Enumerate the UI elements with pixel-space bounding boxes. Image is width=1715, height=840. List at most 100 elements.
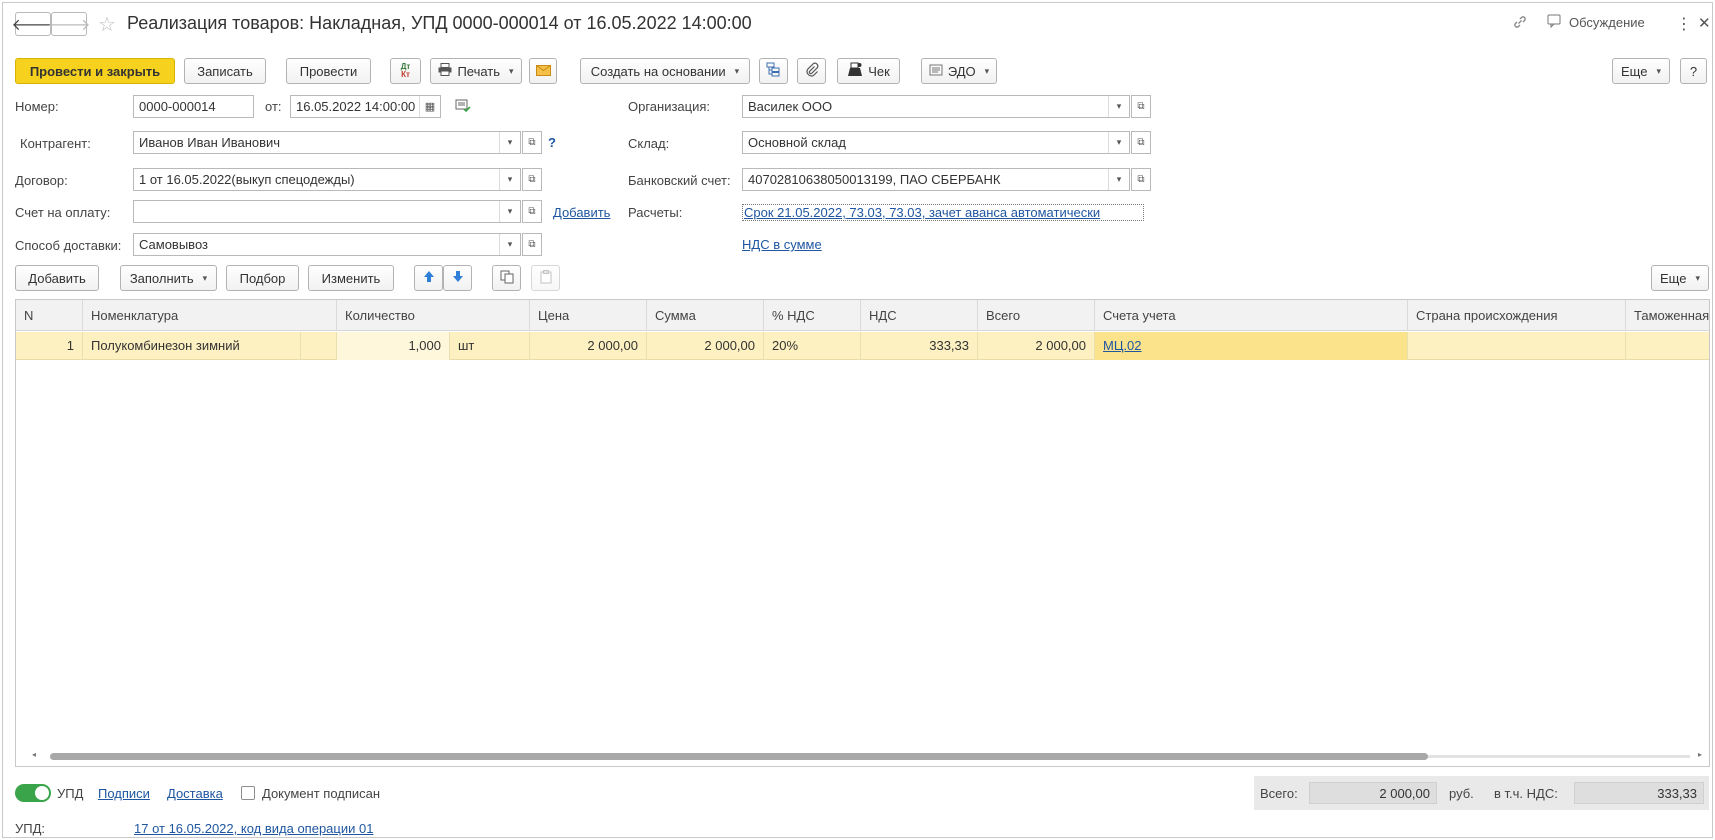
move-down-button[interactable] xyxy=(443,265,472,291)
cell-n[interactable]: 1 xyxy=(16,332,83,360)
organization-value: Василек ООО xyxy=(748,99,833,114)
col-n[interactable]: N xyxy=(16,300,83,331)
cell-country[interactable] xyxy=(1408,332,1626,360)
invoice-select[interactable]: ▾ xyxy=(133,200,521,223)
table-row[interactable]: 1 Полукомбинезон зимний 1,000 шт 2 000,0… xyxy=(16,332,1709,360)
col-country[interactable]: Страна происхождения xyxy=(1408,300,1626,331)
attach-button[interactable] xyxy=(797,58,826,84)
signatures-link[interactable]: Подписи xyxy=(98,786,150,801)
cell-customs[interactable] xyxy=(1626,332,1709,360)
settlements-link[interactable]: Срок 21.05.2022, 73.03, 73.03, зачет ава… xyxy=(742,204,1144,221)
date-input[interactable]: 16.05.2022 14:00:00 ▦ xyxy=(290,95,441,118)
open-counterparty-icon[interactable]: ⧉ xyxy=(522,131,542,154)
paste-button[interactable] xyxy=(531,265,560,291)
calendar-icon[interactable]: ▦ xyxy=(419,96,440,117)
post-button[interactable]: Провести xyxy=(286,58,371,84)
open-warehouse-icon[interactable]: ⧉ xyxy=(1131,131,1151,154)
open-delivery-icon[interactable]: ⧉ xyxy=(522,233,542,256)
change-button[interactable]: Изменить xyxy=(308,265,394,291)
more-button[interactable]: Еще xyxy=(1612,58,1670,84)
move-up-button[interactable] xyxy=(414,265,443,291)
col-sum[interactable]: Сумма xyxy=(647,300,764,331)
delivery-link[interactable]: Доставка xyxy=(167,786,223,801)
delivery-value: Самовывоз xyxy=(139,237,208,252)
fill-button[interactable]: Заполнить xyxy=(120,265,217,291)
chevron-down-icon[interactable]: ▾ xyxy=(1108,96,1129,117)
forward-button[interactable]: 🡒 xyxy=(48,12,90,36)
account-link[interactable]: МЦ.02 xyxy=(1103,338,1142,353)
favorite-star-icon[interactable]: ☆ xyxy=(98,12,116,37)
chevron-down-icon[interactable]: ▾ xyxy=(499,234,520,255)
document-signed-checkbox[interactable] xyxy=(241,786,255,800)
email-button[interactable] xyxy=(529,58,557,84)
scroll-left-icon[interactable]: ◂ xyxy=(32,750,36,759)
create-based-on-button[interactable]: Создать на основании xyxy=(580,58,750,84)
chevron-down-icon[interactable]: ▾ xyxy=(1108,132,1129,153)
cell-total[interactable]: 2 000,00 xyxy=(978,332,1095,360)
cell-qty[interactable]: 1,000 xyxy=(337,332,450,360)
print-button[interactable]: Печать xyxy=(430,58,522,84)
more-vertical-icon[interactable]: ⋮ xyxy=(1676,14,1692,34)
save-button[interactable]: Записать xyxy=(184,58,266,84)
col-accounts[interactable]: Счета учета xyxy=(1095,300,1408,331)
cell-sum[interactable]: 2 000,00 xyxy=(647,332,764,360)
col-vat-rate[interactable]: % НДС xyxy=(764,300,861,331)
scroll-thumb[interactable] xyxy=(50,753,1428,760)
help-question-icon[interactable]: ? xyxy=(548,135,556,150)
chevron-down-icon[interactable]: ▾ xyxy=(499,169,520,190)
edo-button[interactable]: ЭДО xyxy=(921,58,997,84)
open-organization-icon[interactable]: ⧉ xyxy=(1131,95,1151,118)
col-vat[interactable]: НДС xyxy=(861,300,978,331)
cell-item-extra[interactable] xyxy=(301,332,337,360)
discussion-button[interactable]: Обсуждение xyxy=(1547,14,1645,31)
pick-button[interactable]: Подбор xyxy=(226,265,299,291)
cell-unit[interactable]: шт xyxy=(450,332,530,360)
horizontal-scrollbar[interactable]: ◂ ▸ xyxy=(32,750,1704,760)
vat-in-sum-link[interactable]: НДС в сумме xyxy=(742,237,822,252)
add-row-button[interactable]: Добавить xyxy=(15,265,99,291)
help-button[interactable]: ? xyxy=(1680,58,1707,84)
chevron-down-icon[interactable]: ▾ xyxy=(1108,169,1129,190)
add-invoice-link[interactable]: Добавить xyxy=(553,205,610,220)
close-icon[interactable]: ✕ xyxy=(1698,14,1711,32)
receipt-button[interactable]: Чек xyxy=(837,58,900,84)
cell-accounts[interactable]: МЦ.02 xyxy=(1095,332,1408,360)
chevron-down-icon[interactable]: ▾ xyxy=(499,132,520,153)
cell-vat[interactable]: 333,33 xyxy=(861,332,978,360)
back-button[interactable]: 🡐 xyxy=(12,12,54,36)
col-price[interactable]: Цена xyxy=(530,300,647,331)
goods-table: N Номенклатура Количество Цена Сумма % Н… xyxy=(15,299,1710,767)
currency-label: руб. xyxy=(1449,786,1474,801)
upd-toggle[interactable] xyxy=(15,784,51,802)
link-icon[interactable] xyxy=(1512,14,1528,30)
open-invoice-icon[interactable]: ⧉ xyxy=(522,200,542,223)
totals-panel: Всего: 2 000,00 руб. в т.ч. НДС: 333,33 xyxy=(1254,776,1709,810)
col-qty[interactable]: Количество xyxy=(337,300,530,331)
history-icon[interactable] xyxy=(455,99,471,116)
open-bank-account-icon[interactable]: ⧉ xyxy=(1131,168,1151,191)
scroll-right-icon[interactable]: ▸ xyxy=(1698,750,1702,759)
dt-kt-button[interactable]: Дт Кт xyxy=(390,58,421,84)
col-item[interactable]: Номенклатура xyxy=(83,300,337,331)
cell-vat-rate[interactable]: 20% xyxy=(764,332,861,360)
upd-link[interactable]: 17 от 16.05.2022, код вида операции 01 xyxy=(134,821,373,836)
contract-select[interactable]: 1 от 16.05.2022(выкуп спецодежды) ▾ xyxy=(133,168,521,191)
col-customs[interactable]: Таможенная xyxy=(1626,300,1709,331)
organization-select[interactable]: Василек ООО ▾ xyxy=(742,95,1130,118)
post-and-close-button[interactable]: Провести и закрыть xyxy=(15,58,175,84)
delivery-select[interactable]: Самовывоз ▾ xyxy=(133,233,521,256)
col-total[interactable]: Всего xyxy=(978,300,1095,331)
cash-register-icon xyxy=(847,62,863,80)
warehouse-select[interactable]: Основной склад ▾ xyxy=(742,131,1130,154)
copy-button[interactable] xyxy=(492,265,521,291)
bank-account-select[interactable]: 40702810638050013199, ПАО СБЕРБАНК ▾ xyxy=(742,168,1130,191)
chevron-down-icon[interactable]: ▾ xyxy=(499,201,520,222)
counterparty-select[interactable]: Иванов Иван Иванович ▾ xyxy=(133,131,521,154)
table-more-button[interactable]: Еще xyxy=(1651,265,1709,291)
open-contract-icon[interactable]: ⧉ xyxy=(522,168,542,191)
cell-item[interactable]: Полукомбинезон зимний xyxy=(83,332,301,360)
structure-button[interactable] xyxy=(759,58,788,84)
number-input[interactable]: 0000-000014 xyxy=(133,95,254,118)
document-signed-label: Документ подписан xyxy=(262,786,381,801)
cell-price[interactable]: 2 000,00 xyxy=(530,332,647,360)
